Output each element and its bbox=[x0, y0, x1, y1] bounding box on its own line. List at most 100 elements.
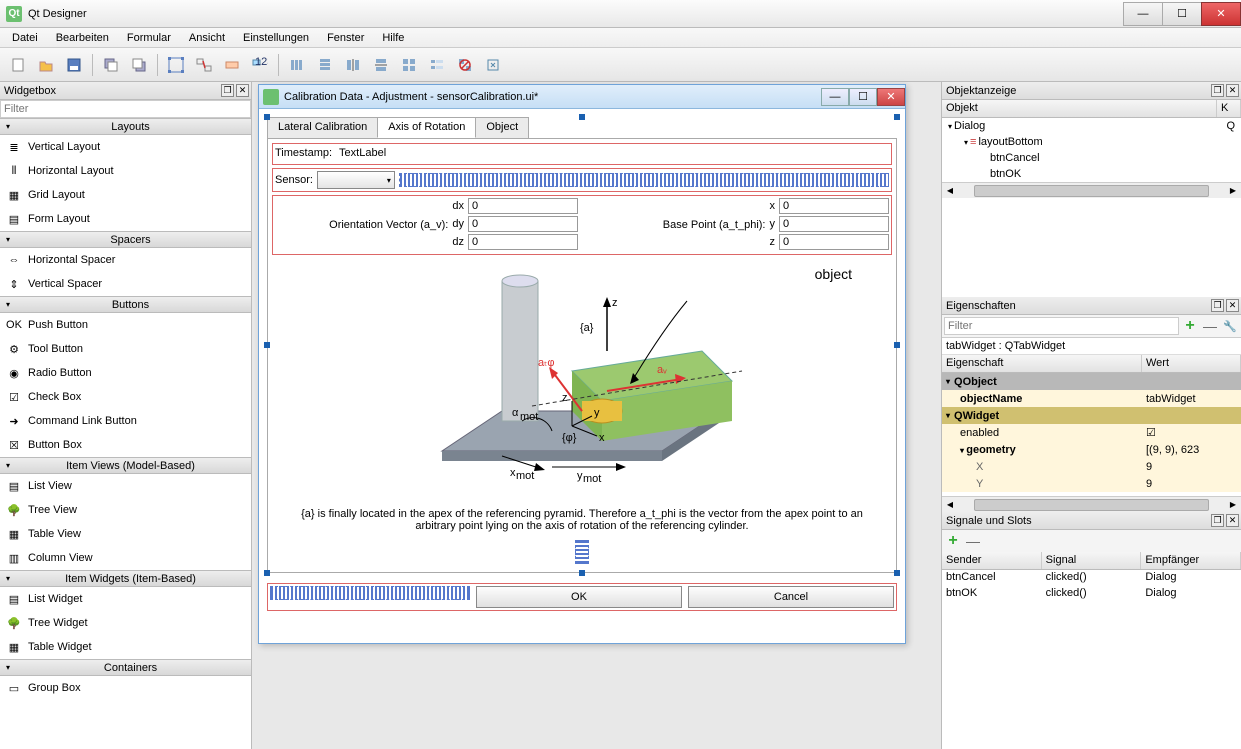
properties-table[interactable]: ▾QObjectobjectNametabWidget▾QWidgetenabl… bbox=[942, 373, 1241, 496]
widgetbox-item[interactable]: ⇕Vertical Spacer bbox=[0, 272, 251, 296]
layout-horiz-button[interactable] bbox=[285, 53, 309, 77]
widgetbox-item[interactable]: OKPush Button bbox=[0, 313, 251, 337]
property-row[interactable]: objectNametabWidget bbox=[942, 390, 1241, 407]
horizontal-scrollbar[interactable]: ◀▶ bbox=[942, 496, 1241, 512]
property-row[interactable]: X9 bbox=[942, 458, 1241, 475]
sensor-combo[interactable] bbox=[317, 171, 395, 189]
selection-handle[interactable] bbox=[894, 570, 900, 576]
dock-close-button[interactable]: ✕ bbox=[236, 84, 249, 97]
widgetbox-category[interactable]: ▾Item Views (Model-Based) bbox=[0, 457, 251, 474]
minimize-button[interactable]: — bbox=[1123, 2, 1163, 26]
layout-grid-button[interactable] bbox=[397, 53, 421, 77]
tab-lateral[interactable]: Lateral Calibration bbox=[267, 117, 378, 138]
edit-signals-button[interactable] bbox=[192, 53, 216, 77]
selection-handle[interactable] bbox=[264, 114, 270, 120]
dock-float-button[interactable]: ❐ bbox=[1211, 514, 1224, 527]
add-property-button[interactable]: + bbox=[1181, 317, 1199, 335]
z-field[interactable]: 0 bbox=[779, 234, 889, 250]
layout-horiz-splitter-button[interactable] bbox=[341, 53, 365, 77]
remove-property-button[interactable]: — bbox=[1201, 317, 1219, 335]
menu-formular[interactable]: Formular bbox=[119, 30, 179, 46]
selection-handle[interactable] bbox=[579, 114, 585, 120]
configure-button[interactable]: 🔧 bbox=[1221, 317, 1239, 335]
vertical-spacer[interactable] bbox=[575, 540, 589, 564]
widgetbox-item[interactable]: ▤List View bbox=[0, 474, 251, 498]
properties-filter-input[interactable] bbox=[944, 317, 1179, 335]
menu-ansicht[interactable]: Ansicht bbox=[181, 30, 233, 46]
bring-front-button[interactable] bbox=[127, 53, 151, 77]
dock-float-button[interactable]: ❐ bbox=[1211, 84, 1224, 97]
add-connection-button[interactable]: + bbox=[944, 532, 962, 550]
col-receiver[interactable]: Empfänger bbox=[1141, 552, 1241, 569]
cancel-button[interactable]: Cancel bbox=[688, 586, 894, 608]
edit-taborder-button[interactable]: 123 bbox=[248, 53, 272, 77]
widgetbox-item[interactable]: ⇔Horizontal Spacer bbox=[0, 248, 251, 272]
widgetbox-item[interactable]: ≣Vertical Layout bbox=[0, 135, 251, 159]
form-close-button[interactable]: ✕ bbox=[877, 88, 905, 106]
dock-close-button[interactable]: ✕ bbox=[1226, 84, 1239, 97]
property-category[interactable]: ▾QObject bbox=[942, 373, 1241, 390]
object-tree-row[interactable]: btnOK bbox=[942, 166, 1241, 182]
menu-fenster[interactable]: Fenster bbox=[319, 30, 372, 46]
form-window[interactable]: Calibration Data - Adjustment - sensorCa… bbox=[258, 84, 906, 644]
edit-widgets-button[interactable] bbox=[164, 53, 188, 77]
close-button[interactable]: ✕ bbox=[1201, 2, 1241, 26]
widgetbox-item[interactable]: ▭Group Box bbox=[0, 676, 251, 700]
widgetbox-category[interactable]: ▾Spacers bbox=[0, 231, 251, 248]
col-property[interactable]: Eigenschaft bbox=[942, 355, 1142, 372]
selection-handle[interactable] bbox=[894, 114, 900, 120]
selection-handle[interactable] bbox=[894, 342, 900, 348]
signal-row[interactable]: btnOKclicked()Dialog bbox=[942, 586, 1241, 602]
selection-handle[interactable] bbox=[264, 342, 270, 348]
widgetbox-category[interactable]: ▾Layouts bbox=[0, 118, 251, 135]
signals-table[interactable]: Sender Signal Empfänger btnCancelclicked… bbox=[942, 552, 1241, 749]
object-tree-row[interactable]: ▾≡layoutBottom bbox=[942, 134, 1241, 150]
remove-connection-button[interactable]: — bbox=[964, 532, 982, 550]
object-tree-row[interactable]: ▾DialogQ bbox=[942, 118, 1241, 134]
ok-button[interactable]: OK bbox=[476, 586, 682, 608]
widgetbox-item[interactable]: ▥Column View bbox=[0, 546, 251, 570]
menu-einstellungen[interactable]: Einstellungen bbox=[235, 30, 317, 46]
widgetbox-item[interactable]: ⦀Horizontal Layout bbox=[0, 159, 251, 183]
widgetbox-item[interactable]: ▤List Widget bbox=[0, 587, 251, 611]
maximize-button[interactable]: ☐ bbox=[1162, 2, 1202, 26]
widgetbox-item[interactable]: ⚙Tool Button bbox=[0, 337, 251, 361]
property-category[interactable]: ▾QWidget bbox=[942, 407, 1241, 424]
edit-buddies-button[interactable] bbox=[220, 53, 244, 77]
menu-hilfe[interactable]: Hilfe bbox=[374, 30, 412, 46]
widgetbox-item[interactable]: 🌳Tree View bbox=[0, 498, 251, 522]
form-titlebar[interactable]: Calibration Data - Adjustment - sensorCa… bbox=[259, 85, 905, 109]
dock-float-button[interactable]: ❐ bbox=[1211, 299, 1224, 312]
widgetbox-category[interactable]: ▾Buttons bbox=[0, 296, 251, 313]
dock-close-button[interactable]: ✕ bbox=[1226, 299, 1239, 312]
selection-handle[interactable] bbox=[579, 570, 585, 576]
property-row[interactable]: Y9 bbox=[942, 475, 1241, 492]
property-row[interactable]: ▾ geometry[(9, 9), 623 bbox=[942, 441, 1241, 458]
layout-form-button[interactable] bbox=[425, 53, 449, 77]
x-field[interactable]: 0 bbox=[779, 198, 889, 214]
widgetbox-item[interactable]: ◉Radio Button bbox=[0, 361, 251, 385]
col-class[interactable]: K bbox=[1217, 100, 1241, 117]
tab-object[interactable]: Object bbox=[475, 117, 529, 138]
widgetbox-item[interactable]: ☒Button Box bbox=[0, 433, 251, 457]
object-tree-row[interactable]: btnCancel bbox=[942, 150, 1241, 166]
dy-field[interactable]: 0 bbox=[468, 216, 578, 232]
form-minimize-button[interactable]: — bbox=[821, 88, 849, 106]
col-object[interactable]: Objekt bbox=[942, 100, 1217, 117]
widgetbox-item[interactable]: ▦Table Widget bbox=[0, 635, 251, 659]
col-sender[interactable]: Sender bbox=[942, 552, 1042, 569]
selection-handle[interactable] bbox=[264, 570, 270, 576]
form-maximize-button[interactable]: ☐ bbox=[849, 88, 877, 106]
widgetbox-item[interactable]: ▤Form Layout bbox=[0, 207, 251, 231]
open-button[interactable] bbox=[34, 53, 58, 77]
horizontal-spacer[interactable] bbox=[399, 173, 889, 187]
widgetbox-category[interactable]: ▾Item Widgets (Item-Based) bbox=[0, 570, 251, 587]
widgetbox-item[interactable]: ▦Table View bbox=[0, 522, 251, 546]
widgetbox-filter-input[interactable] bbox=[0, 100, 251, 118]
break-layout-button[interactable] bbox=[453, 53, 477, 77]
dock-float-button[interactable]: ❐ bbox=[221, 84, 234, 97]
object-tree[interactable]: ObjektK ▾DialogQ▾≡layoutBottombtnCancelb… bbox=[942, 100, 1241, 297]
horizontal-spacer[interactable] bbox=[270, 586, 470, 600]
layout-vert-button[interactable] bbox=[313, 53, 337, 77]
col-signal[interactable]: Signal bbox=[1042, 552, 1142, 569]
